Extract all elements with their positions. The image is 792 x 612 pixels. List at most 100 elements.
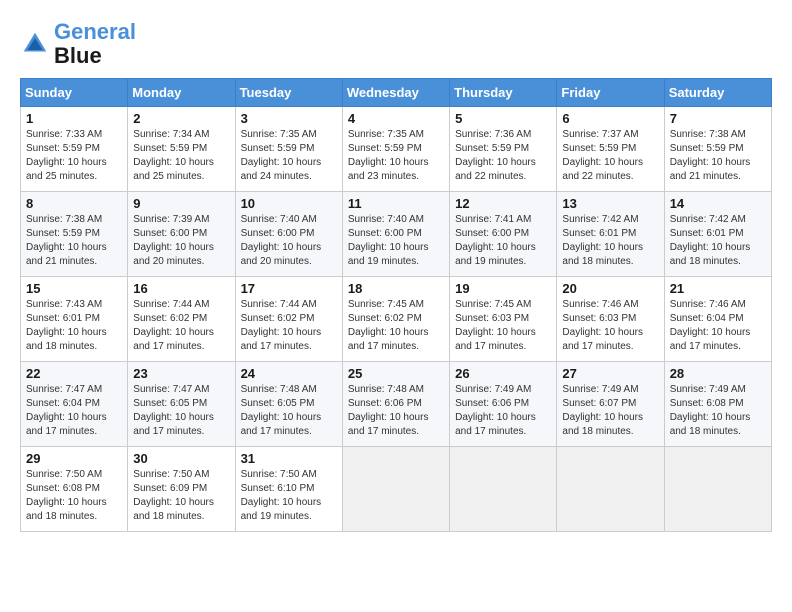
day-info: Sunrise: 7:38 AM Sunset: 5:59 PM Dayligh… bbox=[26, 213, 122, 269]
day-info: Sunrise: 7:42 AM Sunset: 6:01 PM Dayligh… bbox=[562, 213, 658, 269]
day-number: 30 bbox=[133, 451, 229, 466]
calendar-header-row: SundayMondayTuesdayWednesdayThursdayFrid… bbox=[21, 79, 772, 107]
day-info: Sunrise: 7:42 AM Sunset: 6:01 PM Dayligh… bbox=[670, 213, 766, 269]
day-info: Sunrise: 7:47 AM Sunset: 6:04 PM Dayligh… bbox=[26, 383, 122, 439]
day-number: 24 bbox=[241, 366, 337, 381]
calendar-cell bbox=[342, 447, 449, 532]
logo-text: GeneralBlue bbox=[54, 20, 136, 68]
day-info: Sunrise: 7:50 AM Sunset: 6:08 PM Dayligh… bbox=[26, 468, 122, 524]
calendar-cell: 16 Sunrise: 7:44 AM Sunset: 6:02 PM Dayli… bbox=[128, 277, 235, 362]
day-info: Sunrise: 7:33 AM Sunset: 5:59 PM Dayligh… bbox=[26, 128, 122, 184]
day-number: 12 bbox=[455, 196, 551, 211]
day-info: Sunrise: 7:35 AM Sunset: 5:59 PM Dayligh… bbox=[241, 128, 337, 184]
day-number: 28 bbox=[670, 366, 766, 381]
calendar-cell bbox=[557, 447, 664, 532]
calendar-cell: 26 Sunrise: 7:49 AM Sunset: 6:06 PM Dayli… bbox=[450, 362, 557, 447]
day-info: Sunrise: 7:45 AM Sunset: 6:03 PM Dayligh… bbox=[455, 298, 551, 354]
day-number: 10 bbox=[241, 196, 337, 211]
day-info: Sunrise: 7:46 AM Sunset: 6:03 PM Dayligh… bbox=[562, 298, 658, 354]
calendar-cell: 12 Sunrise: 7:41 AM Sunset: 6:00 PM Dayli… bbox=[450, 192, 557, 277]
day-info: Sunrise: 7:41 AM Sunset: 6:00 PM Dayligh… bbox=[455, 213, 551, 269]
calendar-cell: 30 Sunrise: 7:50 AM Sunset: 6:09 PM Dayli… bbox=[128, 447, 235, 532]
calendar-cell: 7 Sunrise: 7:38 AM Sunset: 5:59 PM Daylig… bbox=[664, 107, 771, 192]
day-number: 21 bbox=[670, 281, 766, 296]
day-number: 6 bbox=[562, 111, 658, 126]
day-info: Sunrise: 7:50 AM Sunset: 6:09 PM Dayligh… bbox=[133, 468, 229, 524]
logo-icon bbox=[20, 29, 50, 59]
day-number: 13 bbox=[562, 196, 658, 211]
calendar-cell: 6Sunrise: 7:37 AM Sunset: 5:59 PM Daylig… bbox=[557, 107, 664, 192]
calendar-week-row: 15 Sunrise: 7:43 AM Sunset: 6:01 PM Dayli… bbox=[21, 277, 772, 362]
calendar-cell: 9 Sunrise: 7:39 AM Sunset: 6:00 PM Daylig… bbox=[128, 192, 235, 277]
day-info: Sunrise: 7:49 AM Sunset: 6:06 PM Dayligh… bbox=[455, 383, 551, 439]
day-number: 20 bbox=[562, 281, 658, 296]
day-number: 9 bbox=[133, 196, 229, 211]
calendar-cell: 4Sunrise: 7:35 AM Sunset: 5:59 PM Daylig… bbox=[342, 107, 449, 192]
day-info: Sunrise: 7:48 AM Sunset: 6:06 PM Dayligh… bbox=[348, 383, 444, 439]
day-number: 2 bbox=[133, 111, 229, 126]
day-number: 1 bbox=[26, 111, 122, 126]
day-info: Sunrise: 7:35 AM Sunset: 5:59 PM Dayligh… bbox=[348, 128, 444, 184]
calendar-cell: 20 Sunrise: 7:46 AM Sunset: 6:03 PM Dayli… bbox=[557, 277, 664, 362]
calendar-cell: 13 Sunrise: 7:42 AM Sunset: 6:01 PM Dayli… bbox=[557, 192, 664, 277]
calendar-header-monday: Monday bbox=[128, 79, 235, 107]
day-info: Sunrise: 7:39 AM Sunset: 6:00 PM Dayligh… bbox=[133, 213, 229, 269]
calendar-cell: 23 Sunrise: 7:47 AM Sunset: 6:05 PM Dayli… bbox=[128, 362, 235, 447]
day-number: 14 bbox=[670, 196, 766, 211]
day-number: 22 bbox=[26, 366, 122, 381]
day-info: Sunrise: 7:49 AM Sunset: 6:07 PM Dayligh… bbox=[562, 383, 658, 439]
calendar-cell: 24 Sunrise: 7:48 AM Sunset: 6:05 PM Dayli… bbox=[235, 362, 342, 447]
calendar-cell: 19Sunrise: 7:45 AM Sunset: 6:03 PM Dayli… bbox=[450, 277, 557, 362]
calendar-header-friday: Friday bbox=[557, 79, 664, 107]
day-number: 15 bbox=[26, 281, 122, 296]
calendar-cell: 3Sunrise: 7:35 AM Sunset: 5:59 PM Daylig… bbox=[235, 107, 342, 192]
day-info: Sunrise: 7:49 AM Sunset: 6:08 PM Dayligh… bbox=[670, 383, 766, 439]
day-info: Sunrise: 7:34 AM Sunset: 5:59 PM Dayligh… bbox=[133, 128, 229, 184]
day-number: 16 bbox=[133, 281, 229, 296]
day-info: Sunrise: 7:47 AM Sunset: 6:05 PM Dayligh… bbox=[133, 383, 229, 439]
calendar-cell: 28 Sunrise: 7:49 AM Sunset: 6:08 PM Dayli… bbox=[664, 362, 771, 447]
day-info: Sunrise: 7:38 AM Sunset: 5:59 PM Dayligh… bbox=[670, 128, 766, 184]
calendar-week-row: 22 Sunrise: 7:47 AM Sunset: 6:04 PM Dayli… bbox=[21, 362, 772, 447]
day-number: 8 bbox=[26, 196, 122, 211]
day-number: 17 bbox=[241, 281, 337, 296]
day-info: Sunrise: 7:46 AM Sunset: 6:04 PM Dayligh… bbox=[670, 298, 766, 354]
day-number: 27 bbox=[562, 366, 658, 381]
calendar-cell: 21 Sunrise: 7:46 AM Sunset: 6:04 PM Dayli… bbox=[664, 277, 771, 362]
day-info: Sunrise: 7:48 AM Sunset: 6:05 PM Dayligh… bbox=[241, 383, 337, 439]
day-info: Sunrise: 7:40 AM Sunset: 6:00 PM Dayligh… bbox=[241, 213, 337, 269]
calendar-cell: 5Sunrise: 7:36 AM Sunset: 5:59 PM Daylig… bbox=[450, 107, 557, 192]
day-number: 11 bbox=[348, 196, 444, 211]
day-number: 26 bbox=[455, 366, 551, 381]
calendar-cell: 8 Sunrise: 7:38 AM Sunset: 5:59 PM Daylig… bbox=[21, 192, 128, 277]
calendar-header-wednesday: Wednesday bbox=[342, 79, 449, 107]
day-number: 29 bbox=[26, 451, 122, 466]
logo: GeneralBlue bbox=[20, 20, 136, 68]
day-info: Sunrise: 7:44 AM Sunset: 6:02 PM Dayligh… bbox=[133, 298, 229, 354]
calendar-cell: 10 Sunrise: 7:40 AM Sunset: 6:00 PM Dayli… bbox=[235, 192, 342, 277]
calendar-cell: 14 Sunrise: 7:42 AM Sunset: 6:01 PM Dayli… bbox=[664, 192, 771, 277]
calendar-cell: 22 Sunrise: 7:47 AM Sunset: 6:04 PM Dayli… bbox=[21, 362, 128, 447]
calendar-cell: 15 Sunrise: 7:43 AM Sunset: 6:01 PM Dayli… bbox=[21, 277, 128, 362]
day-info: Sunrise: 7:40 AM Sunset: 6:00 PM Dayligh… bbox=[348, 213, 444, 269]
day-number: 18 bbox=[348, 281, 444, 296]
day-number: 7 bbox=[670, 111, 766, 126]
calendar-week-row: 1 Sunrise: 7:33 AM Sunset: 5:59 PM Daylig… bbox=[21, 107, 772, 192]
page-header: GeneralBlue bbox=[20, 20, 772, 68]
calendar-header-sunday: Sunday bbox=[21, 79, 128, 107]
calendar-header-saturday: Saturday bbox=[664, 79, 771, 107]
day-number: 23 bbox=[133, 366, 229, 381]
calendar-week-row: 29 Sunrise: 7:50 AM Sunset: 6:08 PM Dayli… bbox=[21, 447, 772, 532]
calendar-header-thursday: Thursday bbox=[450, 79, 557, 107]
calendar-cell bbox=[450, 447, 557, 532]
calendar-cell: 1 Sunrise: 7:33 AM Sunset: 5:59 PM Daylig… bbox=[21, 107, 128, 192]
day-info: Sunrise: 7:43 AM Sunset: 6:01 PM Dayligh… bbox=[26, 298, 122, 354]
calendar: SundayMondayTuesdayWednesdayThursdayFrid… bbox=[20, 78, 772, 532]
day-number: 25 bbox=[348, 366, 444, 381]
day-number: 31 bbox=[241, 451, 337, 466]
calendar-cell bbox=[664, 447, 771, 532]
calendar-cell: 11 Sunrise: 7:40 AM Sunset: 6:00 PM Dayli… bbox=[342, 192, 449, 277]
calendar-cell: 2 Sunrise: 7:34 AM Sunset: 5:59 PM Daylig… bbox=[128, 107, 235, 192]
day-info: Sunrise: 7:50 AM Sunset: 6:10 PM Dayligh… bbox=[241, 468, 337, 524]
calendar-week-row: 8 Sunrise: 7:38 AM Sunset: 5:59 PM Daylig… bbox=[21, 192, 772, 277]
